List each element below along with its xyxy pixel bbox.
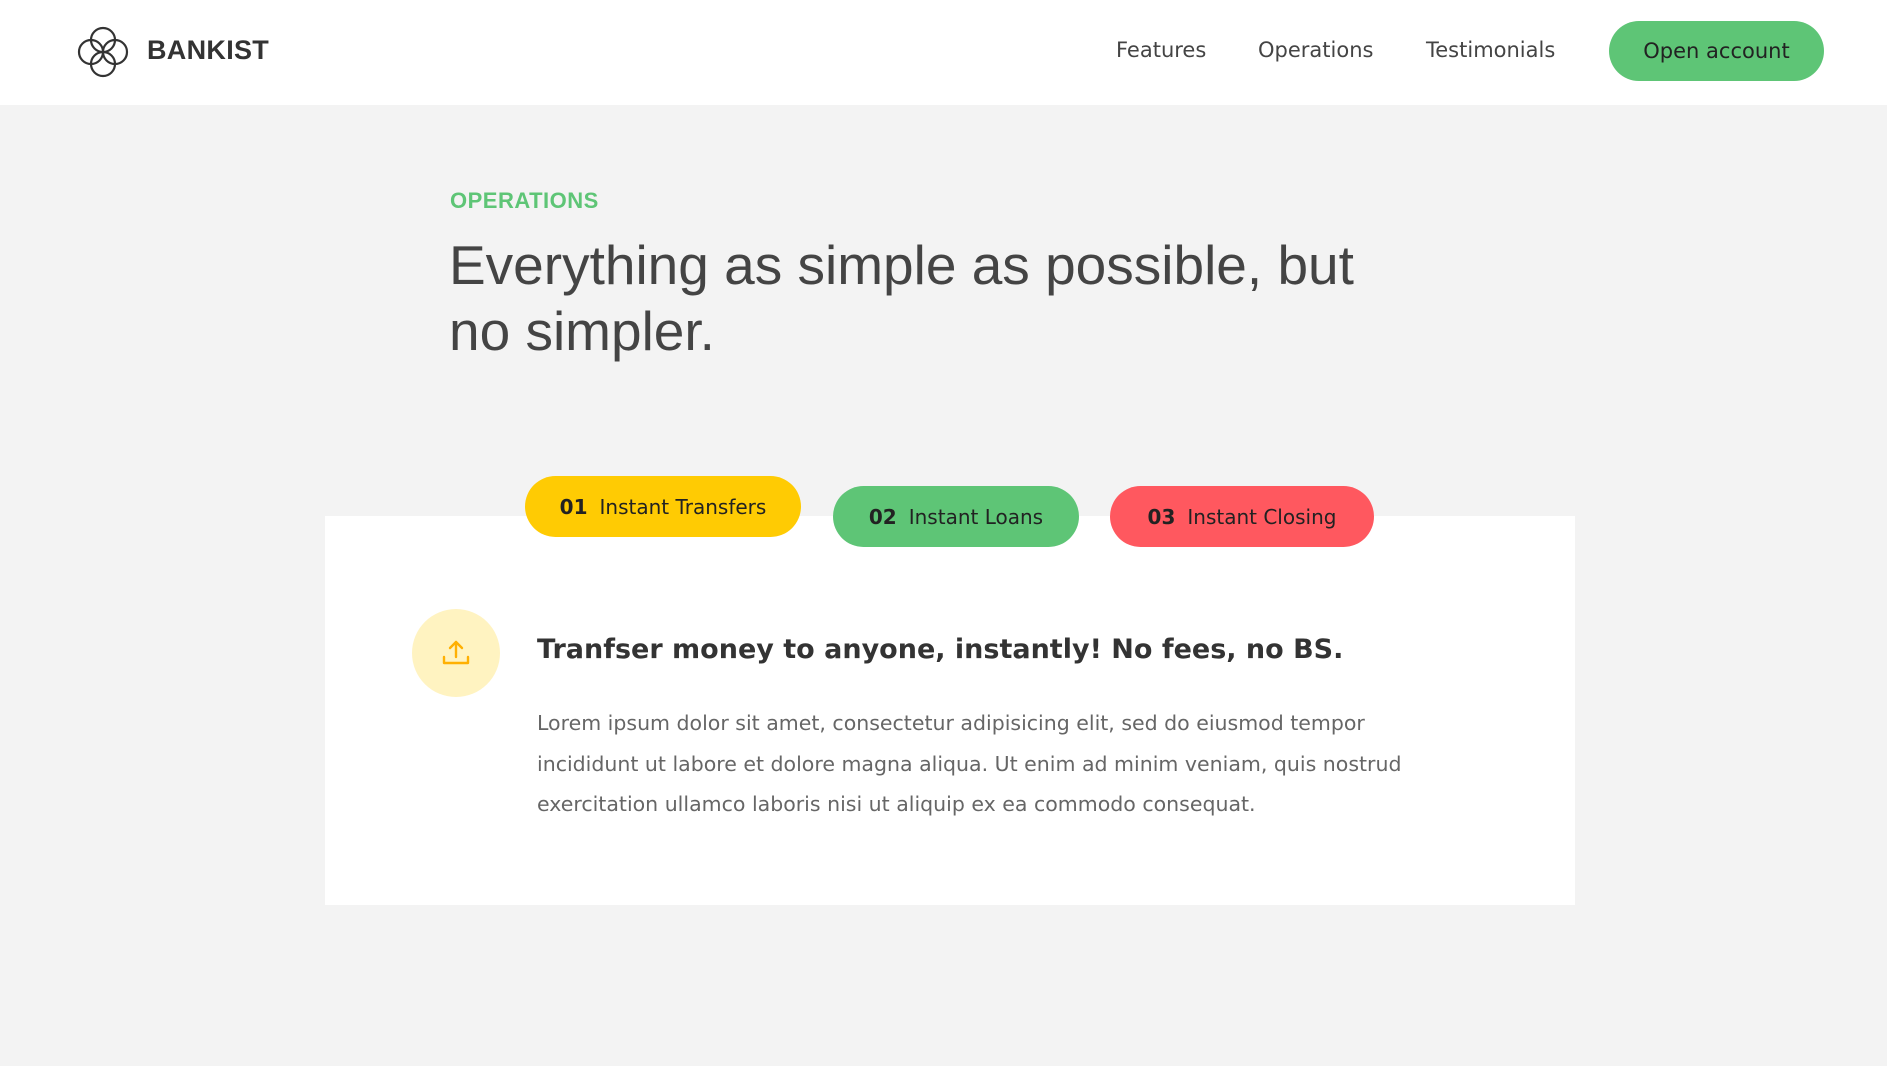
operation-description: Lorem ipsum dolor sit amet, consectetur … xyxy=(537,711,1402,816)
nav-link-testimonials[interactable]: Testimonials xyxy=(1426,38,1555,62)
operation-icon-circle xyxy=(412,609,500,697)
section-kicker: OPERATIONS xyxy=(450,188,599,213)
upload-icon xyxy=(442,640,470,665)
operation-heading: Tranfser money to anyone, instantly! No … xyxy=(537,634,1344,665)
brand-name: BANKIST xyxy=(147,35,270,65)
tab-instant-closing[interactable]: 03 Instant Closing xyxy=(1110,486,1374,547)
nav-link-features[interactable]: Features xyxy=(1116,38,1206,62)
tab-label: Instant Loans xyxy=(908,504,1044,529)
section-title: Everything as simple as possible, but no… xyxy=(449,234,1354,362)
tab-number: 01 xyxy=(559,494,588,519)
nav-link-operations[interactable]: Operations xyxy=(1258,38,1373,62)
tab-instant-loans[interactable]: 02 Instant Loans xyxy=(833,486,1079,547)
open-account-button[interactable]: Open account xyxy=(1609,21,1824,81)
tab-number: 02 xyxy=(868,504,897,529)
tab-label: Instant Closing xyxy=(1187,504,1337,529)
navbar: BANKIST Features Operations Testimonials… xyxy=(0,0,1887,105)
bankist-logo-icon[interactable] xyxy=(73,22,133,82)
tab-label: Instant Transfers xyxy=(599,494,767,519)
tab-instant-transfers[interactable]: 01 Instant Transfers xyxy=(525,476,801,537)
tab-number: 03 xyxy=(1147,504,1176,529)
